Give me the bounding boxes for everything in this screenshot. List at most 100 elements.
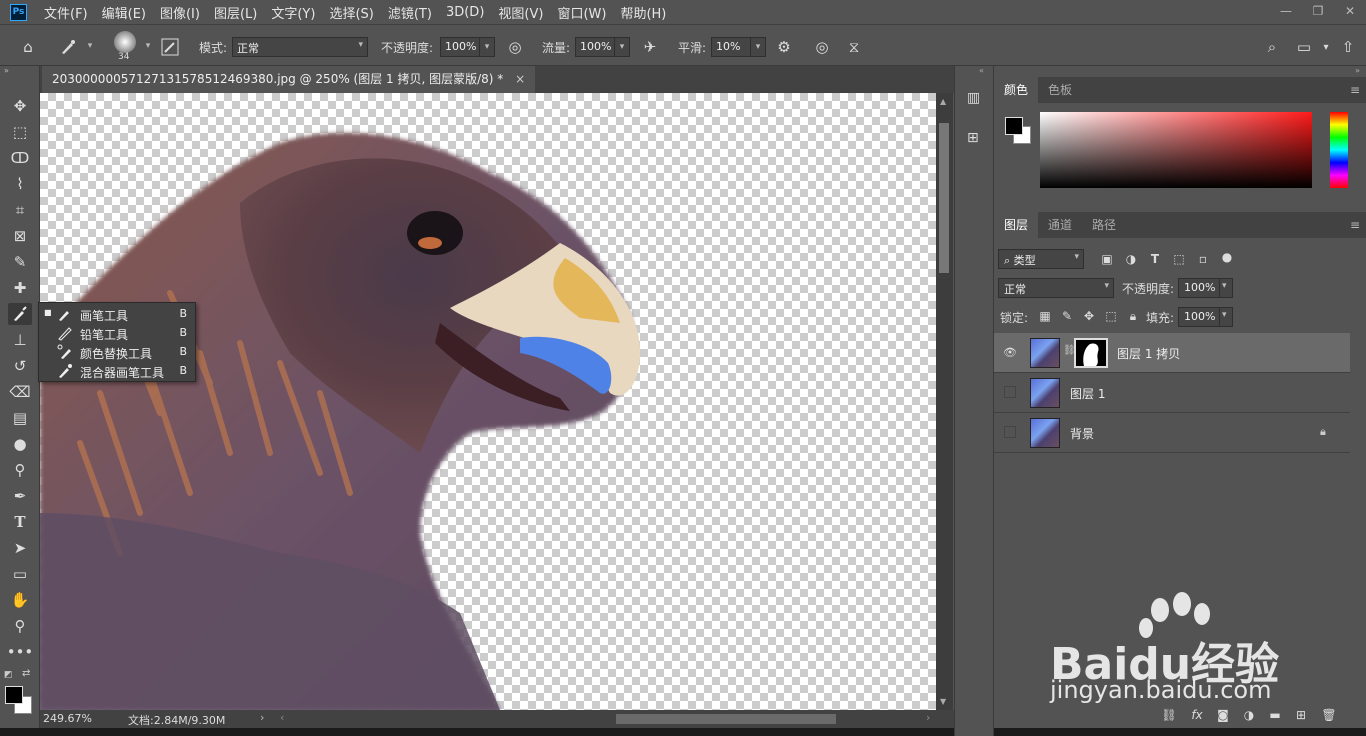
scroll-up-icon[interactable]: ▲ xyxy=(940,97,946,106)
lock-all-icon[interactable]: 🔒︎ xyxy=(1124,307,1142,325)
gradient-tool-icon[interactable]: ▤ xyxy=(8,407,32,429)
visibility-toggle[interactable] xyxy=(1004,426,1016,438)
menu-select[interactable]: 选择(S) xyxy=(322,3,380,22)
menu-image[interactable]: 图像(I) xyxy=(153,3,207,22)
menu-help[interactable]: 帮助(H) xyxy=(613,3,673,22)
layer-row[interactable]: 👁︎ ⛓ 图层 1 拷贝 xyxy=(994,333,1350,373)
pen-tool-icon[interactable]: ✒ xyxy=(8,485,32,507)
trash-icon[interactable]: 🗑︎ xyxy=(1320,706,1338,724)
dodge-tool-icon[interactable]: ⚲ xyxy=(8,459,32,481)
smoothing-dropdown[interactable]: ▾ xyxy=(750,37,766,57)
workspace-icon[interactable]: ▭ xyxy=(1292,35,1316,59)
mode-select[interactable]: 正常 ▾ xyxy=(232,37,368,57)
marquee-tool-icon[interactable]: ⬚ xyxy=(8,121,32,143)
adjustment-layer-icon[interactable]: ◑ xyxy=(1240,706,1258,724)
scroll-thumb[interactable] xyxy=(939,123,949,273)
collapse-panels-icon[interactable]: » xyxy=(1355,66,1360,75)
collapse-icon[interactable]: » xyxy=(4,66,9,75)
more-tools-icon[interactable]: ••• xyxy=(7,641,34,663)
minimize-icon[interactable]: — xyxy=(1270,0,1302,22)
type-tool-icon[interactable]: T xyxy=(8,511,32,533)
menu-edit[interactable]: 编辑(E) xyxy=(95,3,153,22)
lock-pixels-icon[interactable]: ✎ xyxy=(1058,307,1076,325)
new-group-icon[interactable]: ▬ xyxy=(1266,706,1284,724)
brush-preset-icon[interactable] xyxy=(56,35,80,59)
brush-size-dropdown[interactable]: ▾ xyxy=(140,37,156,57)
pressure-opacity-icon[interactable]: ◎ xyxy=(503,35,527,59)
flyout-item-pencil[interactable]: 铅笔工具 B xyxy=(39,324,195,343)
layer-name[interactable]: 背景 xyxy=(1070,425,1094,442)
filter-pixel-icon[interactable]: ▣ xyxy=(1098,250,1116,268)
tab-channels[interactable]: 通道 xyxy=(1038,212,1082,238)
flow-dropdown[interactable]: ▾ xyxy=(614,37,630,57)
workspace-dropdown-icon[interactable]: ▾ xyxy=(1314,35,1338,59)
tab-paths[interactable]: 路径 xyxy=(1082,212,1126,238)
share-icon[interactable]: ⇧ xyxy=(1336,35,1360,59)
menu-view[interactable]: 视图(V) xyxy=(491,3,550,22)
brush-tool-icon[interactable] xyxy=(8,303,32,325)
brush-settings-panel-icon[interactable] xyxy=(158,35,182,59)
lock-position-icon[interactable]: ✥ xyxy=(1080,307,1098,325)
menu-type[interactable]: 文字(Y) xyxy=(264,3,322,22)
fg-color-swatch[interactable] xyxy=(1005,117,1023,135)
filter-adjustment-icon[interactable]: ◑ xyxy=(1122,250,1140,268)
expand-dock-icon[interactable]: « xyxy=(979,66,984,75)
scroll-down-icon[interactable]: ▼ xyxy=(940,697,946,706)
filter-smart-object-icon[interactable]: ▫ xyxy=(1194,250,1212,268)
filter-toggle-icon[interactable]: ● xyxy=(1218,248,1236,266)
home-icon[interactable]: ⌂ xyxy=(16,35,40,59)
layer-opacity-dropdown[interactable]: ▾ xyxy=(1219,278,1233,298)
lasso-tool-icon[interactable]: ↀ xyxy=(8,147,32,169)
blur-tool-icon[interactable]: ● xyxy=(8,433,32,455)
fill-input[interactable]: 100% xyxy=(1178,307,1220,327)
foreground-color-swatch[interactable] xyxy=(5,686,23,704)
flyout-item-color-replace[interactable]: 颜色替换工具 B xyxy=(39,343,195,362)
brush-tip-preview[interactable] xyxy=(114,31,136,53)
menu-layer[interactable]: 图层(L) xyxy=(207,3,264,22)
tab-color[interactable]: 颜色 xyxy=(994,77,1039,103)
gear-icon[interactable]: ⚙ xyxy=(772,35,796,59)
lock-artboard-icon[interactable]: ⬚ xyxy=(1102,307,1120,325)
restore-icon[interactable]: ❐ xyxy=(1302,0,1334,22)
layers-panel-menu-icon[interactable]: ≡ xyxy=(1350,218,1360,232)
smoothing-input[interactable]: 10% xyxy=(711,37,751,57)
pressure-size-icon[interactable]: ◎ xyxy=(810,35,834,59)
hue-slider[interactable] xyxy=(1330,112,1348,188)
status-menu-chevron-icon[interactable]: › xyxy=(260,711,264,724)
default-colors-icon[interactable]: ◩ xyxy=(4,670,13,680)
move-tool-icon[interactable]: ✥ xyxy=(8,95,32,117)
flyout-item-brush[interactable]: ■ 画笔工具 B xyxy=(39,305,195,324)
scroll-left-icon[interactable]: ‹ xyxy=(280,711,284,724)
layer-mask-thumbnail[interactable] xyxy=(1074,338,1108,368)
rectangle-tool-icon[interactable]: ▭ xyxy=(8,563,32,585)
document-tab[interactable]: 20300000057127131578512469380.jpg @ 250%… xyxy=(42,66,536,93)
canvas[interactable] xyxy=(40,93,936,710)
lock-transparency-icon[interactable]: ▦ xyxy=(1036,307,1054,325)
eye-icon[interactable]: 👁︎ xyxy=(1002,346,1018,360)
add-mask-icon[interactable]: ◙ xyxy=(1214,706,1232,724)
blend-mode-select[interactable]: 正常 ▾ xyxy=(998,278,1114,298)
link-layers-icon[interactable]: ⛓ xyxy=(1160,706,1178,724)
layer-row[interactable]: 背景 🔒︎ xyxy=(994,413,1350,453)
swap-colors-icon[interactable]: ⇄ xyxy=(22,668,30,679)
path-select-tool-icon[interactable]: ➤ xyxy=(8,537,32,559)
opacity-input[interactable]: 100% xyxy=(440,37,480,57)
fx-icon[interactable]: fx xyxy=(1188,706,1206,724)
fill-dropdown[interactable]: ▾ xyxy=(1219,307,1233,327)
symmetry-icon[interactable]: ⧖ xyxy=(842,35,866,59)
menu-file[interactable]: 文件(F) xyxy=(37,3,95,22)
color-picker-field[interactable] xyxy=(1040,112,1312,188)
vertical-scrollbar[interactable]: ▲ ▼ xyxy=(936,93,953,710)
tab-swatches[interactable]: 色板 xyxy=(1038,77,1082,103)
eyedropper-tool-icon[interactable]: ✎ xyxy=(8,251,32,273)
layer-name[interactable]: 图层 1 拷贝 xyxy=(1117,345,1180,362)
clone-stamp-tool-icon[interactable]: ⊥ xyxy=(8,329,32,351)
quick-select-tool-icon[interactable]: ⌇ xyxy=(8,173,32,195)
frame-tool-icon[interactable]: ⊠ xyxy=(8,225,32,247)
flow-input[interactable]: 100% xyxy=(575,37,615,57)
zoom-tool-icon[interactable]: ⚲ xyxy=(8,615,32,637)
eraser-tool-icon[interactable]: ⌫ xyxy=(8,381,32,403)
history-brush-tool-icon[interactable]: ↺ xyxy=(8,355,32,377)
scroll-right-icon[interactable]: › xyxy=(926,711,930,724)
search-icon[interactable]: ⌕ xyxy=(1260,35,1284,59)
